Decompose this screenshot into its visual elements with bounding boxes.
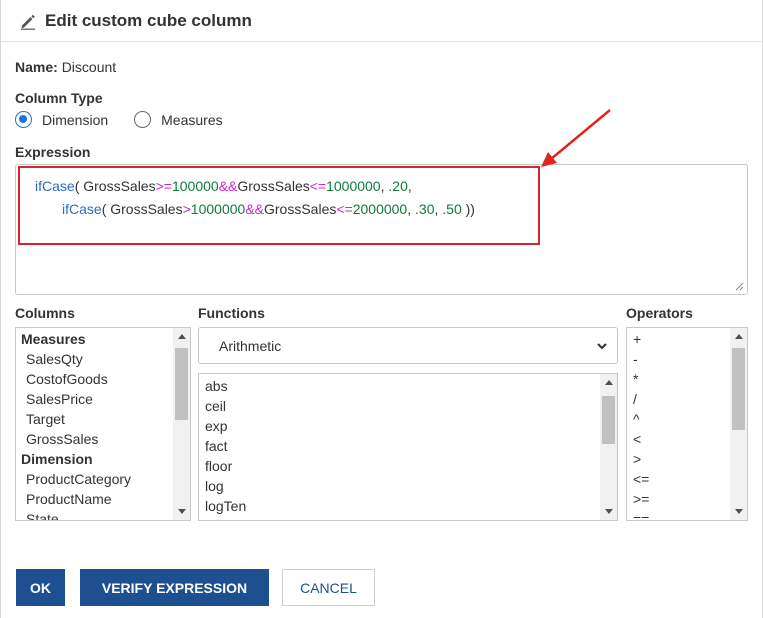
operator-item[interactable]: >	[633, 449, 730, 469]
functions-listbox[interactable]: absceilexpfactfloorloglogTenmax	[198, 373, 618, 521]
functions-category-value: Arithmetic	[219, 337, 282, 354]
columns-scrollbar[interactable]	[173, 328, 190, 520]
column-item[interactable]: Target	[21, 409, 173, 429]
column-item[interactable]: ProductCategory	[21, 469, 173, 489]
chevron-down-icon	[597, 343, 607, 350]
cancel-button[interactable]: CANCEL	[282, 569, 375, 606]
radio-dimension-label: Dimension	[42, 111, 109, 128]
operators-scrollbar[interactable]	[730, 328, 747, 520]
scroll-down-arrow-icon[interactable]	[173, 503, 190, 520]
column-type-label: Column Type	[15, 90, 103, 106]
radio-measures-circle[interactable]	[134, 111, 152, 128]
columns-scroll-thumb[interactable]	[175, 348, 188, 420]
operators-items: + - * / ^ < > <= >= ==	[627, 329, 730, 520]
radio-dimension-circle[interactable]	[15, 111, 32, 128]
column-item[interactable]: GrossSales	[21, 429, 173, 449]
scroll-down-arrow-icon[interactable]	[730, 503, 747, 520]
function-item[interactable]: max	[205, 516, 600, 520]
column-item[interactable]: State	[21, 509, 173, 520]
operator-item[interactable]: >=	[633, 489, 730, 509]
column-group-header: Measures	[21, 331, 86, 347]
column-item[interactable]: SalesQty	[21, 349, 173, 369]
expression-label: Expression	[15, 144, 91, 160]
column-item[interactable]: ProductName	[21, 489, 173, 509]
resize-grip-icon[interactable]	[734, 281, 744, 291]
verify-expression-button[interactable]: VERIFY EXPRESSION	[80, 569, 269, 606]
radio-measures-label: Measures	[161, 111, 223, 128]
operator-item[interactable]: -	[633, 349, 730, 369]
scroll-up-arrow-icon[interactable]	[730, 328, 747, 345]
ok-button[interactable]: OK	[16, 569, 65, 606]
operators-label: Operators	[626, 305, 693, 321]
column-item[interactable]: SalesPrice	[21, 389, 173, 409]
dialog-title: Edit custom cube column	[45, 10, 252, 30]
function-item[interactable]: fact	[205, 436, 600, 456]
operator-item[interactable]: ^	[633, 409, 730, 429]
function-item[interactable]: exp	[205, 416, 600, 436]
edit-custom-cube-column-dialog: Edit custom cube column Name: Discount C…	[0, 0, 763, 618]
column-item[interactable]: CostofGoods	[21, 369, 173, 389]
operator-item[interactable]: /	[633, 389, 730, 409]
operator-item[interactable]: ==	[633, 509, 730, 520]
scroll-up-arrow-icon[interactable]	[173, 328, 190, 345]
functions-items: absceilexpfactfloorloglogTenmax	[199, 376, 600, 520]
functions-scroll-thumb[interactable]	[602, 396, 615, 444]
radio-measures[interactable]: Measures	[134, 111, 223, 128]
operator-item[interactable]: <=	[633, 469, 730, 489]
name-value: Discount	[61, 59, 117, 75]
functions-category-select[interactable]: Arithmetic	[198, 327, 618, 364]
column-group-header: Dimension	[21, 451, 93, 467]
function-item[interactable]: logTen	[205, 496, 600, 516]
name-label: Name:	[15, 59, 58, 75]
function-item[interactable]: abs	[205, 376, 600, 396]
function-item[interactable]: floor	[205, 456, 600, 476]
pencil-icon	[21, 14, 35, 30]
column-type-radio-group: Dimension Measures	[15, 111, 249, 128]
expression-highlight-box	[18, 166, 540, 245]
radio-dimension[interactable]: Dimension	[15, 111, 108, 128]
functions-label: Functions	[198, 305, 265, 321]
scroll-down-arrow-icon[interactable]	[600, 503, 617, 520]
functions-scrollbar[interactable]	[600, 374, 617, 520]
operators-scroll-thumb[interactable]	[732, 348, 745, 430]
function-item[interactable]: ceil	[205, 396, 600, 416]
red-arrow-icon	[541, 109, 611, 167]
function-item[interactable]: log	[205, 476, 600, 496]
operator-item[interactable]: +	[633, 329, 730, 349]
name-row: Name: Discount	[15, 59, 116, 75]
operators-listbox[interactable]: + - * / ^ < > <= >= ==	[626, 327, 748, 521]
columns-label: Columns	[15, 305, 75, 321]
operator-item[interactable]: *	[633, 369, 730, 389]
scroll-up-arrow-icon[interactable]	[600, 374, 617, 391]
columns-items: Measures SalesQty CostofGoods SalesPrice Tar…	[16, 329, 173, 520]
columns-listbox[interactable]: Measures SalesQty CostofGoods SalesPrice Tar…	[15, 327, 191, 521]
dialog-titlebar: Edit custom cube column	[1, 0, 762, 42]
operator-item[interactable]: <	[633, 429, 730, 449]
